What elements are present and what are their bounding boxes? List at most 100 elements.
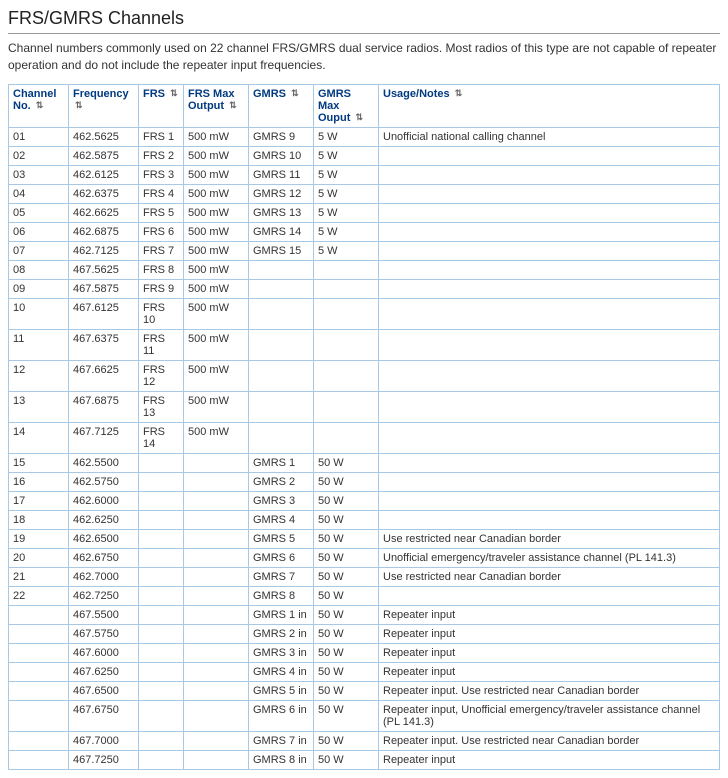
cell-channel: 16 xyxy=(9,472,69,491)
cell-usage xyxy=(379,279,720,298)
cell-gmrs_max: 5 W xyxy=(314,222,379,241)
cell-gmrs: GMRS 3 in xyxy=(249,643,314,662)
table-row: 09467.5875FRS 9500 mW xyxy=(9,279,720,298)
cell-gmrs: GMRS 6 in xyxy=(249,700,314,731)
cell-usage xyxy=(379,586,720,605)
table-row: 05462.6625FRS 5500 mWGMRS 135 W xyxy=(9,203,720,222)
cell-usage xyxy=(379,453,720,472)
sort-icon: ⇅ xyxy=(291,89,299,98)
cell-frs xyxy=(139,453,184,472)
cell-frs: FRS 9 xyxy=(139,279,184,298)
col-frequency[interactable]: Frequency ⇅ xyxy=(69,84,139,127)
col-frequency-label: Frequency xyxy=(73,88,129,100)
table-row: 19462.6500GMRS 550 WUse restricted near … xyxy=(9,529,720,548)
cell-gmrs: GMRS 2 xyxy=(249,472,314,491)
cell-frequency: 467.6625 xyxy=(69,360,139,391)
sort-icon: ⇅ xyxy=(355,113,363,122)
cell-frs: FRS 8 xyxy=(139,260,184,279)
cell-channel: 01 xyxy=(9,127,69,146)
cell-usage xyxy=(379,329,720,360)
cell-gmrs: GMRS 5 in xyxy=(249,681,314,700)
col-gmrs[interactable]: GMRS ⇅ xyxy=(249,84,314,127)
cell-gmrs: GMRS 7 xyxy=(249,567,314,586)
table-row: 22462.7250GMRS 850 W xyxy=(9,586,720,605)
cell-frequency: 462.6000 xyxy=(69,491,139,510)
cell-gmrs xyxy=(249,422,314,453)
col-gmrs-max[interactable]: GMRS Max Ouput ⇅ xyxy=(314,84,379,127)
cell-channel: 15 xyxy=(9,453,69,472)
cell-gmrs: GMRS 1 in xyxy=(249,605,314,624)
cell-usage: Unofficial national calling channel xyxy=(379,127,720,146)
cell-usage: Use restricted near Canadian border xyxy=(379,567,720,586)
page-title: FRS/GMRS Channels xyxy=(8,8,720,34)
col-channel[interactable]: Channel No. ⇅ xyxy=(9,84,69,127)
cell-frs xyxy=(139,681,184,700)
channel-table: Channel No. ⇅ Frequency ⇅ FRS ⇅ FRS Max … xyxy=(8,84,720,770)
cell-usage xyxy=(379,391,720,422)
cell-gmrs: GMRS 3 xyxy=(249,491,314,510)
cell-frequency: 462.6750 xyxy=(69,548,139,567)
cell-gmrs_max: 50 W xyxy=(314,472,379,491)
cell-frs: FRS 14 xyxy=(139,422,184,453)
cell-channel xyxy=(9,624,69,643)
cell-channel xyxy=(9,681,69,700)
col-gmrs-label: GMRS xyxy=(253,88,286,100)
table-row: 15462.5500GMRS 150 W xyxy=(9,453,720,472)
table-row: 467.6000GMRS 3 in50 WRepeater input xyxy=(9,643,720,662)
cell-channel: 11 xyxy=(9,329,69,360)
table-row: 07462.7125FRS 7500 mWGMRS 155 W xyxy=(9,241,720,260)
col-usage[interactable]: Usage/Notes ⇅ xyxy=(379,84,720,127)
cell-frs: FRS 7 xyxy=(139,241,184,260)
sort-icon: ⇅ xyxy=(229,101,237,110)
cell-frs_max: 500 mW xyxy=(184,279,249,298)
col-frs-max[interactable]: FRS Max Output ⇅ xyxy=(184,84,249,127)
cell-frequency: 467.5750 xyxy=(69,624,139,643)
cell-usage xyxy=(379,165,720,184)
cell-frs_max xyxy=(184,548,249,567)
cell-frs_max xyxy=(184,529,249,548)
cell-gmrs xyxy=(249,360,314,391)
cell-frs_max xyxy=(184,643,249,662)
cell-usage: Repeater input xyxy=(379,643,720,662)
cell-frequency: 467.5500 xyxy=(69,605,139,624)
cell-channel: 20 xyxy=(9,548,69,567)
cell-gmrs_max: 50 W xyxy=(314,662,379,681)
table-row: 467.6500GMRS 5 in50 WRepeater input. Use… xyxy=(9,681,720,700)
col-channel-label: Channel No. xyxy=(13,88,56,112)
table-row: 17462.6000GMRS 350 W xyxy=(9,491,720,510)
cell-channel: 02 xyxy=(9,146,69,165)
cell-frequency: 462.6250 xyxy=(69,510,139,529)
cell-frs_max xyxy=(184,750,249,769)
cell-frs_max: 500 mW xyxy=(184,146,249,165)
col-frs-label: FRS xyxy=(143,88,165,100)
sort-icon: ⇅ xyxy=(455,89,463,98)
cell-frs xyxy=(139,750,184,769)
cell-gmrs xyxy=(249,279,314,298)
cell-frs_max: 500 mW xyxy=(184,222,249,241)
cell-channel: 04 xyxy=(9,184,69,203)
cell-frs: FRS 11 xyxy=(139,329,184,360)
table-row: 14467.7125FRS 14500 mW xyxy=(9,422,720,453)
cell-frequency: 467.6875 xyxy=(69,391,139,422)
cell-frequency: 462.5875 xyxy=(69,146,139,165)
table-row: 13467.6875FRS 13500 mW xyxy=(9,391,720,422)
table-row: 03462.6125FRS 3500 mWGMRS 115 W xyxy=(9,165,720,184)
table-row: 11467.6375FRS 11500 mW xyxy=(9,329,720,360)
col-frs[interactable]: FRS ⇅ xyxy=(139,84,184,127)
cell-gmrs: GMRS 12 xyxy=(249,184,314,203)
cell-usage xyxy=(379,146,720,165)
cell-gmrs: GMRS 2 in xyxy=(249,624,314,643)
cell-gmrs_max: 50 W xyxy=(314,731,379,750)
table-row: 467.6250GMRS 4 in50 WRepeater input xyxy=(9,662,720,681)
col-usage-label: Usage/Notes xyxy=(383,88,450,100)
cell-frs_max xyxy=(184,624,249,643)
cell-channel xyxy=(9,643,69,662)
cell-gmrs_max xyxy=(314,329,379,360)
cell-channel: 10 xyxy=(9,298,69,329)
cell-gmrs_max: 50 W xyxy=(314,548,379,567)
cell-frequency: 462.7000 xyxy=(69,567,139,586)
cell-frequency: 462.7250 xyxy=(69,586,139,605)
cell-frequency: 462.6625 xyxy=(69,203,139,222)
cell-frs xyxy=(139,700,184,731)
cell-channel: 09 xyxy=(9,279,69,298)
